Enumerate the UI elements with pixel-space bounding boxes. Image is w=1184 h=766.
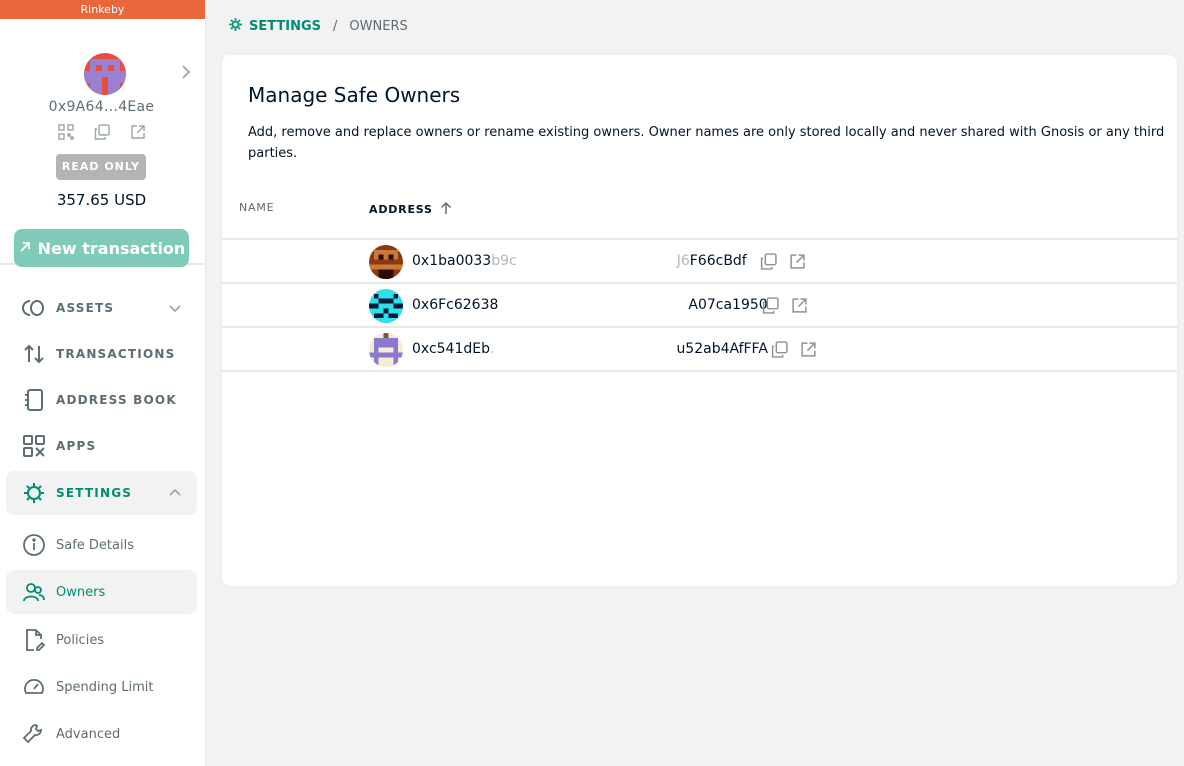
sidebar-item-label: APPS [56,439,97,453]
breadcrumb-separator: / [333,19,338,34]
table-row: 0x1ba0033b9c J6F66cBdf [222,240,1177,284]
safe-address: 0x9A64...4Eae [48,99,155,115]
sidebar-item-spending-limit[interactable]: Spending Limit [6,665,197,709]
column-header-name[interactable]: NAME [239,201,274,214]
sidebar-item-label: Advanced [56,726,121,742]
new-transaction-label: New transaction [37,238,186,258]
table-row: 0x6Fc62638 A07ca1950 [222,284,1177,328]
qr-code-icon[interactable] [58,124,74,140]
external-link-icon[interactable] [800,341,817,358]
owner-address: 0x1ba0033b9c J6F66cBdf [412,253,747,269]
sidebar-item-transactions[interactable]: TRANSACTIONS [6,332,197,376]
gear-icon [228,17,243,36]
assets-icon [22,296,46,320]
sidebar-item-assets[interactable]: ASSETS [6,286,197,330]
owner-address-start: 0x1ba0033 [412,253,492,269]
column-header-address-label: ADDRESS [369,203,433,216]
sidebar-item-label: Safe Details [56,537,134,553]
address-book-icon [22,388,46,412]
safe-info: 0x9A64...4Eae READ ONLY 357.65 USD New t… [0,19,205,267]
owner-address: 0xc541dEb. u52ab4AfFFA [412,341,768,357]
page-description: Add, remove and replace owners or rename… [248,125,1165,161]
transactions-icon [22,342,46,366]
copy-icon[interactable] [94,124,110,140]
owner-address-end: A07ca1950 [688,297,768,313]
page-title: Manage Safe Owners [248,83,461,107]
owner-address-start-faded: b9c [491,253,517,269]
breadcrumb-settings-label: SETTINGS [249,19,322,34]
sidebar-item-advanced[interactable]: Advanced [6,712,197,756]
owner-address-end-faded: J6 [676,253,690,269]
external-link-icon[interactable] [130,124,146,140]
sidebar-item-label: SETTINGS [56,486,133,500]
owner-address: 0x6Fc62638 A07ca1950 [412,297,768,313]
network-label: Rinkeby [0,0,205,19]
owners-icon [22,580,46,604]
chevron-up-icon [167,485,183,501]
column-header-address[interactable]: ADDRESS [369,201,453,218]
sidebar-item-label: TRANSACTIONS [56,347,176,361]
sidebar-item-address-book[interactable]: ADDRESS BOOK [6,378,197,422]
sidebar-item-label: Spending Limit [56,679,154,695]
breadcrumb-current: OWNERS [349,19,408,34]
safe-balance: 357.65 USD [56,191,147,209]
sort-arrow-up-icon [439,201,453,218]
apps-icon [22,434,46,458]
gauge-icon [22,675,46,699]
sidebar-item-label: Policies [56,632,105,648]
safe-avatar [84,53,126,95]
owner-address-start: 0xc541dEb [412,341,490,357]
copy-icon[interactable] [760,253,777,270]
table-row: 0xc541dEb. u52ab4AfFFA [222,328,1177,372]
safe-actions [58,124,146,140]
external-link-icon[interactable] [789,253,806,270]
sidebar-item-label: Owners [56,584,106,600]
sidebar-item-settings[interactable]: SETTINGS [6,471,197,515]
owner-avatar [369,245,403,279]
policies-icon [22,628,46,652]
sidebar-item-safe-details[interactable]: Safe Details [6,523,197,567]
sidebar-item-policies[interactable]: Policies [6,618,197,662]
wrench-icon [22,722,46,746]
owner-avatar [369,333,403,367]
external-link-icon[interactable] [791,297,808,314]
copy-icon[interactable] [771,341,788,358]
sidebar-item-owners[interactable]: Owners [6,570,197,614]
breadcrumb: SETTINGS / OWNERS [228,17,408,36]
chevron-right-icon[interactable] [177,63,195,81]
breadcrumb-settings[interactable]: SETTINGS [228,17,321,36]
owner-address-start-faded: . [489,341,495,357]
owner-avatar [369,289,403,323]
copy-icon[interactable] [762,297,779,314]
new-transaction-button[interactable]: New transaction [14,229,189,267]
sidebar-item-label: ASSETS [56,301,115,315]
arrow-up-right-icon [18,239,32,258]
sidebar-item-label: ADDRESS BOOK [56,393,177,407]
read-only-badge: READ ONLY [56,154,146,180]
sidebar-item-apps[interactable]: APPS [6,424,197,468]
owner-address-end: u52ab4AfFFA [676,341,768,357]
sidebar: Rinkeby 0x9A64...4Eae READ ONLY 357.65 U… [0,0,206,766]
owner-address-start: 0x6Fc62638 [412,297,499,313]
owners-card: Manage Safe Owners Add, remove and repla… [222,55,1177,586]
owner-address-end: F66cBdf [689,253,747,269]
chevron-down-icon [167,300,183,316]
info-icon [22,533,46,557]
gear-icon [22,481,46,505]
